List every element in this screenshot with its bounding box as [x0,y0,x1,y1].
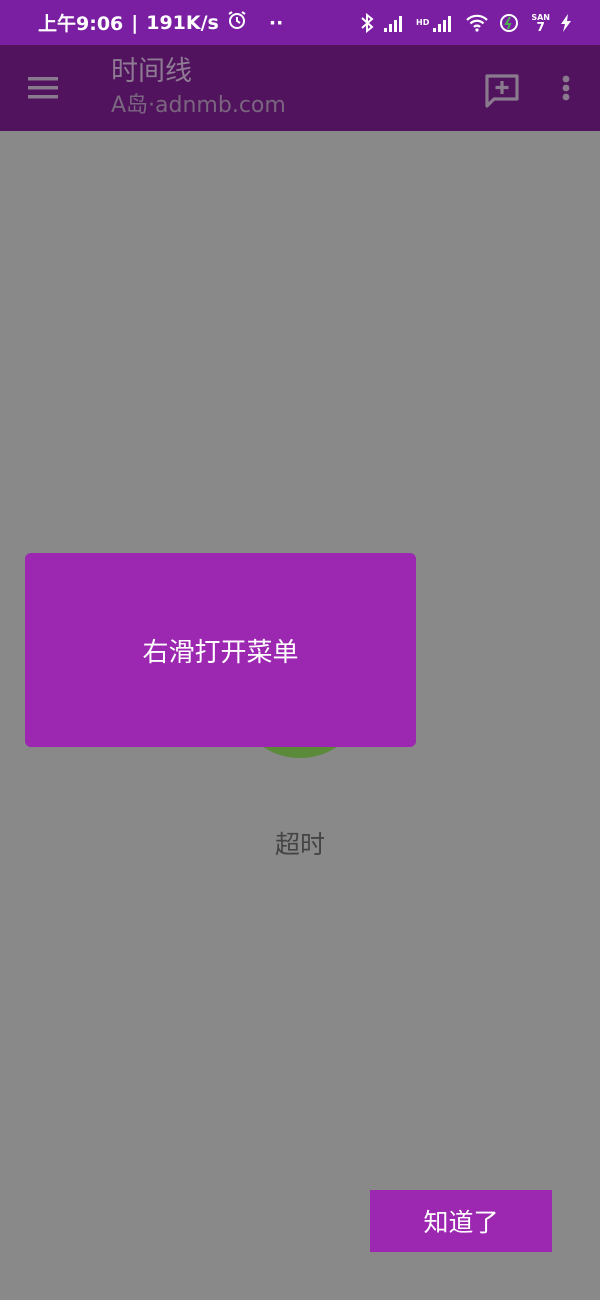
more-vertical-icon [562,75,570,101]
signal-icon-2 [433,14,455,32]
status-separator: | [131,11,139,34]
battery-indicator: SAN 7 [531,13,550,34]
page-title: 时间线 [111,56,192,87]
wifi-icon [465,14,489,32]
timeout-message: 超时 [274,830,325,859]
battery-saver-icon [499,13,521,33]
got-it-button[interactable]: 知道了 [370,1190,552,1252]
swipe-tip-popup: 右滑打开菜单 [25,553,416,747]
status-left: 上午9:06 | 191K/s ·· [38,9,283,36]
hamburger-menu-icon [28,77,58,99]
more-options-button[interactable] [552,71,580,111]
charging-icon [560,13,572,32]
network-speed: 191K/s [146,11,219,34]
status-bar: 上午9:06 | 191K/s ·· HD SAN 7 [0,0,600,45]
alarm-icon [227,10,247,35]
page-subtitle: A岛·adnmb.com [111,93,286,118]
hd-tag: HD [416,18,430,27]
add-comment-icon [485,74,519,108]
notification-dots: ·· [268,11,284,34]
bluetooth-icon [360,12,374,33]
new-thread-button[interactable] [482,71,522,111]
status-right: HD SAN 7 [360,12,572,34]
battery-level: 7 [536,20,545,34]
tip-message: 右滑打开菜单 [142,637,299,668]
signal-icon-1 [384,14,406,32]
app-bar: 时间线 A岛·adnmb.com [0,45,600,131]
menu-button[interactable] [20,67,64,111]
app-bar-titles: 时间线 A岛·adnmb.com [111,55,286,121]
status-time: 上午9:06 [38,13,124,35]
